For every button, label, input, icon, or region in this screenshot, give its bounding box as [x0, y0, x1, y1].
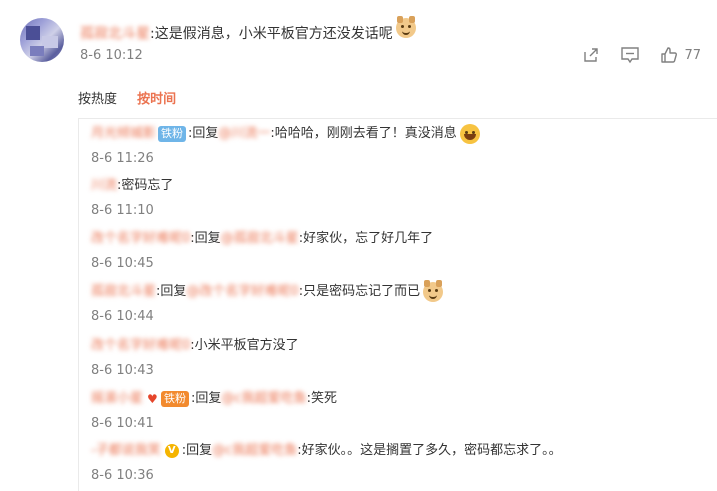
reply-prefix: :回复: [188, 126, 219, 141]
reply-user[interactable]: 改个名字好难呢0: [91, 335, 190, 357]
reply-user[interactable]: 川流: [91, 175, 117, 197]
reply-prefix: :回复: [181, 443, 213, 458]
fan-badge: 铁粉: [161, 391, 190, 407]
main-comment-user[interactable]: 孤寂北斗星: [80, 26, 150, 42]
reply-user[interactable]: 改个名字好难呢0: [91, 228, 190, 250]
sort-by-hot-tab[interactable]: 按热度: [78, 92, 117, 107]
reply-target-user[interactable]: @c我超爱吃鱼: [221, 388, 306, 410]
comment-actions: 77: [562, 46, 701, 64]
verified-icon: V: [164, 444, 179, 458]
reply-text: :只是密码忘记了而已: [298, 284, 421, 299]
reply-item: -子都说我笑 V :回复 @c我超爱吃鱼 :好家伙。。这是搁置了多久，密码都忘求…: [91, 440, 711, 483]
reply-time: 8-6 10:41: [91, 416, 154, 431]
reply-time: 8-6 11:26: [91, 151, 154, 166]
dog-emoji-icon: [423, 280, 444, 302]
reply-prefix: :回复: [156, 284, 187, 299]
reply-prefix: :回复: [191, 391, 222, 406]
reply-user[interactable]: -子都说我笑: [91, 440, 161, 462]
comment-thread: 孤寂北斗星:这是假消息，小米平板官方还没发话呢 8-6 10:12 77 按热度…: [0, 0, 717, 491]
reply-time: 8-6 10:44: [91, 309, 154, 324]
reply-text: :密码忘了: [117, 178, 174, 193]
reply-text: :哈哈哈，刚刚去看了！真没消息: [270, 126, 457, 141]
reply-list: 月光倾城影 铁粉 :回复 @川流一 :哈哈哈，刚刚去看了！真没消息 8-6 11…: [78, 118, 717, 491]
main-comment-time: 8-6 10:12: [80, 48, 143, 63]
fire-icon: ♥: [147, 392, 158, 406]
avatar[interactable]: [20, 18, 64, 62]
main-comment-text: :这是假消息，小米平板官方还没发话呢: [150, 26, 393, 42]
reply-item: 川流 :密码忘了 8-6 11:10: [91, 175, 711, 218]
share-icon: [584, 48, 599, 62]
thumbs-up-icon: [661, 47, 678, 63]
reply-item: 摇滚小星 ♥ 铁粉 :回复 @c我超爱吃鱼 :笑死 8-6 10:41: [91, 388, 711, 431]
fan-badge: 铁粉: [158, 126, 187, 142]
reply-item: 孤寂北斗星 :回复 @改个名字好难呢0 :只是密码忘记了而已 8-6 10:44: [91, 280, 711, 324]
laugh-emoji-icon: [459, 124, 480, 144]
reply-user[interactable]: 月光倾城影: [91, 123, 156, 145]
main-comment: 孤寂北斗星:这是假消息，小米平板官方还没发话呢: [80, 16, 416, 42]
reply-target-user[interactable]: @c我超爱吃鱼: [212, 440, 297, 462]
reply-text: :小米平板官方没了: [190, 338, 299, 353]
reply-text: :好家伙，忘了好几年了: [298, 231, 434, 246]
reply-user[interactable]: 孤寂北斗星: [91, 281, 156, 303]
reply-item: 改个名字好难呢0 :小米平板官方没了 8-6 10:43: [91, 335, 711, 378]
reply-time: 8-6 10:36: [91, 468, 154, 483]
sort-by-time-tab[interactable]: 按时间: [137, 92, 176, 107]
sort-bar: 按热度 按时间: [78, 88, 176, 107]
reply-target-user[interactable]: @改个名字好难呢0: [186, 281, 298, 303]
dog-emoji-icon: [395, 16, 416, 38]
comment-icon: [621, 47, 640, 64]
like-count: 77: [684, 47, 701, 63]
reply-time: 8-6 10:45: [91, 256, 154, 271]
reply-user[interactable]: 摇滚小星: [91, 388, 143, 410]
reply-time: 8-6 11:10: [91, 203, 154, 218]
reply-time: 8-6 10:43: [91, 363, 154, 378]
reply-target-user[interactable]: @孤寂北斗星: [221, 228, 299, 250]
reply-text: :好家伙。。这是搁置了多久，密码都忘求了。。: [297, 443, 562, 458]
reply-item: 月光倾城影 铁粉 :回复 @川流一 :哈哈哈，刚刚去看了！真没消息 8-6 11…: [91, 123, 711, 166]
reply-prefix: :回复: [190, 231, 221, 246]
reply-item: 改个名字好难呢0 :回复 @孤寂北斗星 :好家伙，忘了好几年了 8-6 10:4…: [91, 228, 711, 271]
like-button[interactable]: 77: [660, 46, 701, 64]
reply-text: :笑死: [306, 391, 337, 406]
share-button[interactable]: [582, 46, 600, 64]
comment-button[interactable]: [620, 46, 640, 64]
reply-target-user[interactable]: @川流一: [218, 123, 270, 145]
